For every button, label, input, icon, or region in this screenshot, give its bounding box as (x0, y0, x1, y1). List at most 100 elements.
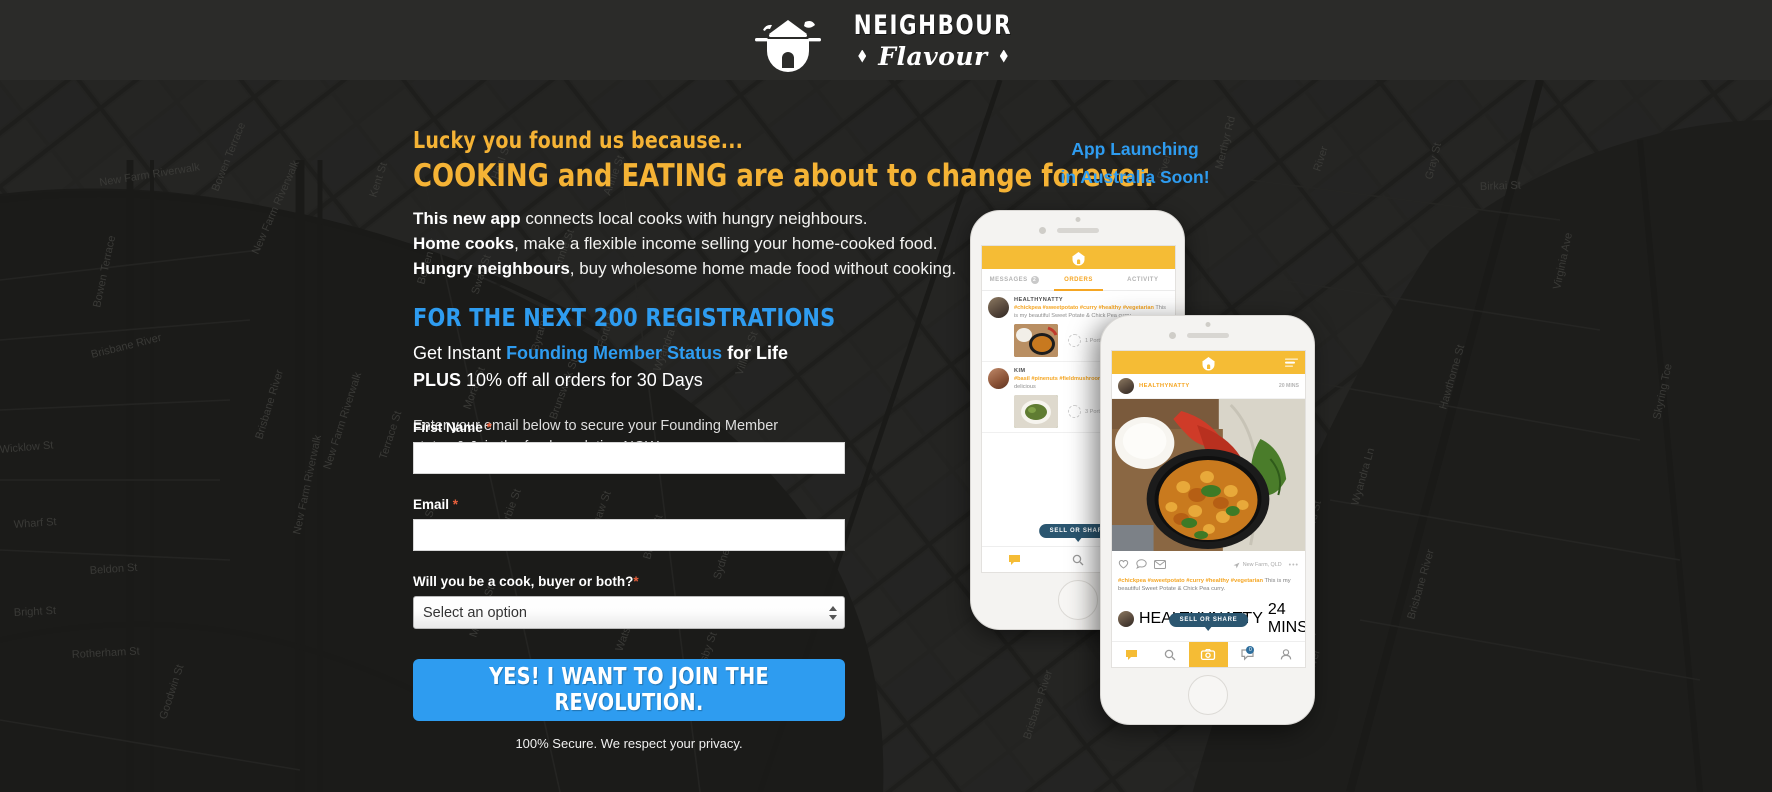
post-caption: #chickpea #sweetpotato #curry #healthy #… (1112, 577, 1305, 598)
perks-block: Get Instant Founding Member Status for L… (413, 340, 973, 394)
hamburger-menu-icon[interactable] (1285, 356, 1298, 369)
bullet-item: This new app connects local cooks with h… (413, 207, 973, 232)
tab-activity[interactable]: ACTIVITY (1111, 269, 1175, 290)
messages-badge: 2 (1030, 275, 1039, 284)
perk-discount: 10% off all orders for 30 Days (461, 370, 703, 391)
phone-mockup-feed: HEALTHYNATTY 20 MINS New Farm, QLD ••• #… (1100, 315, 1315, 725)
bullet-rest: , make a flexible income selling your ho… (514, 233, 938, 253)
secure-note: 100% Secure. We respect your privacy. (515, 736, 743, 751)
first-name-label-text: First Name (413, 420, 483, 435)
comment-icon[interactable] (1136, 556, 1147, 574)
post-location-label: New Farm, QLD (1242, 562, 1282, 568)
post-username[interactable]: HEALTHYNATTY (1139, 383, 1274, 389)
founding-member-status: Founding Member Status (506, 343, 723, 364)
required-asterisk: * (633, 574, 639, 589)
role-select[interactable]: Select an option (413, 596, 845, 629)
tab-messages[interactable]: MESSAGES 2 (982, 269, 1046, 290)
nav-inbox[interactable]: 0 (1228, 642, 1267, 667)
order-user: HEALTHYNATTY (1014, 297, 1064, 303)
launch-note-line-1: App Launching (1071, 139, 1199, 159)
bullet-bold: Home cooks (413, 233, 515, 253)
avatar[interactable] (1118, 378, 1134, 394)
logo[interactable]: NEIGHBOUR Flavour (749, 9, 1023, 72)
avatar[interactable] (1118, 610, 1134, 627)
order-hashtags: #chickpea #sweetpotato #curry #healthy #… (1014, 305, 1154, 311)
bullet-rest: , buy wholesome home made food without c… (569, 258, 957, 278)
role-select-value[interactable]: Select an option (413, 596, 845, 629)
app-top-bar (982, 246, 1175, 269)
chevron-up-icon (829, 605, 837, 611)
earpiece-speaker (1186, 333, 1229, 338)
app-top-bar (1112, 351, 1305, 374)
plate-icon (1068, 334, 1081, 348)
nav-feed[interactable] (982, 547, 1046, 572)
post-timestamp: 20 MINS (1278, 383, 1299, 389)
required-asterisk: * (486, 420, 492, 435)
app-logo-icon (1200, 356, 1217, 371)
registrations-subhead: FOR THE NEXT 200 REGISTRATIONS (413, 303, 836, 333)
perk-line-1: Get Instant Founding Member Status for L… (413, 340, 973, 367)
cooking-pot-house-icon (749, 12, 827, 72)
avatar (988, 368, 1009, 390)
post-location[interactable]: New Farm, QLD (1233, 562, 1282, 569)
camera-icon (1039, 227, 1046, 234)
role-label-text: Will you be a cook, buyer or both? (413, 574, 634, 589)
launch-note: App Launching in Australia Soon! (1020, 135, 1250, 192)
first-name-input[interactable] (413, 442, 845, 474)
tab-orders-label: ORDERS (1064, 276, 1093, 283)
dish-thumbnail[interactable] (1014, 395, 1058, 429)
perk-suffix: for Life (722, 343, 789, 364)
send-icon (1233, 562, 1240, 568)
hero-headline: COOKING and EATING are about to change f… (413, 158, 1154, 194)
launch-note-line-2: in Australia Soon! (1060, 167, 1210, 188)
hero-copy: Lucky you found us because... COOKING an… (413, 128, 1154, 458)
bullet-item: Hungry neighbours, buy wholesome home ma… (413, 257, 973, 282)
avatar (988, 297, 1009, 318)
hero-bullets: This new app connects local cooks with h… (413, 207, 973, 281)
post-header: HEALTHYNATTY 20 MINS (1112, 374, 1305, 399)
page-content: Lucky you found us because... COOKING an… (0, 80, 1772, 792)
next-post-timestamp: 24 MINS (1267, 600, 1306, 636)
signup-form: First Name * Email * Will you be a cook,… (413, 420, 845, 751)
front-camera-icon (1205, 322, 1210, 327)
post-photo[interactable] (1112, 399, 1305, 551)
caption-hashtags[interactable]: #chickpea #sweetpotato #curry #healthy #… (1118, 578, 1263, 584)
bullet-bold: This new app (413, 209, 521, 228)
nav-search[interactable] (1151, 642, 1190, 667)
home-button[interactable] (1057, 580, 1098, 620)
email-label: Email * (413, 497, 845, 512)
post-actions: New Farm, QLD ••• (1112, 551, 1305, 577)
nav-profile[interactable] (1266, 642, 1305, 667)
app-logo-icon (1070, 251, 1087, 266)
tab-orders[interactable]: ORDERS (1046, 269, 1110, 291)
nav-camera[interactable] (1189, 642, 1228, 667)
app-bottom-nav: 0 (1112, 641, 1305, 667)
home-button[interactable] (1187, 675, 1228, 715)
chevron-down-icon (829, 614, 837, 620)
submit-button[interactable]: YES! I WANT TO JOIN THE REVOLUTION. (413, 659, 845, 721)
perk-line-2: PLUS 10% off all orders for 30 Days (413, 367, 973, 394)
more-options-icon[interactable]: ••• (1289, 562, 1299, 569)
phone-front-screen: HEALTHYNATTY 20 MINS New Farm, QLD ••• #… (1111, 350, 1306, 668)
plate-icon (1068, 405, 1081, 419)
brand-name: NEIGHBOUR (853, 9, 1013, 41)
phone-mockups: MESSAGES 2 ORDERS ACTIVITY HEALTHYNATTY (970, 210, 1330, 770)
dish-thumbnail[interactable] (1014, 324, 1058, 358)
bullet-bold: Hungry neighbours (413, 258, 570, 278)
bullet-rest: connects local cooks with hungry neighbo… (520, 209, 868, 228)
sell-or-share-button[interactable]: SELL OR SHARE (1168, 613, 1249, 631)
camera-icon (1169, 332, 1176, 339)
required-asterisk: * (452, 497, 459, 512)
diamond-left-icon (858, 49, 867, 63)
like-icon[interactable] (1118, 556, 1129, 574)
message-icon[interactable] (1154, 556, 1166, 574)
tab-messages-label: MESSAGES (989, 276, 1028, 283)
email-label-text: Email (413, 497, 450, 512)
select-stepper-icon[interactable] (829, 605, 837, 620)
submit-button-label: YES! I WANT TO JOIN THE REVOLUTION. (489, 664, 769, 716)
tab-activity-label: ACTIVITY (1127, 276, 1159, 283)
site-header: NEIGHBOUR Flavour (0, 0, 1772, 80)
inbox-tabs: MESSAGES 2 ORDERS ACTIVITY (982, 269, 1175, 291)
nav-feed[interactable] (1112, 642, 1151, 667)
email-input[interactable] (413, 519, 845, 551)
